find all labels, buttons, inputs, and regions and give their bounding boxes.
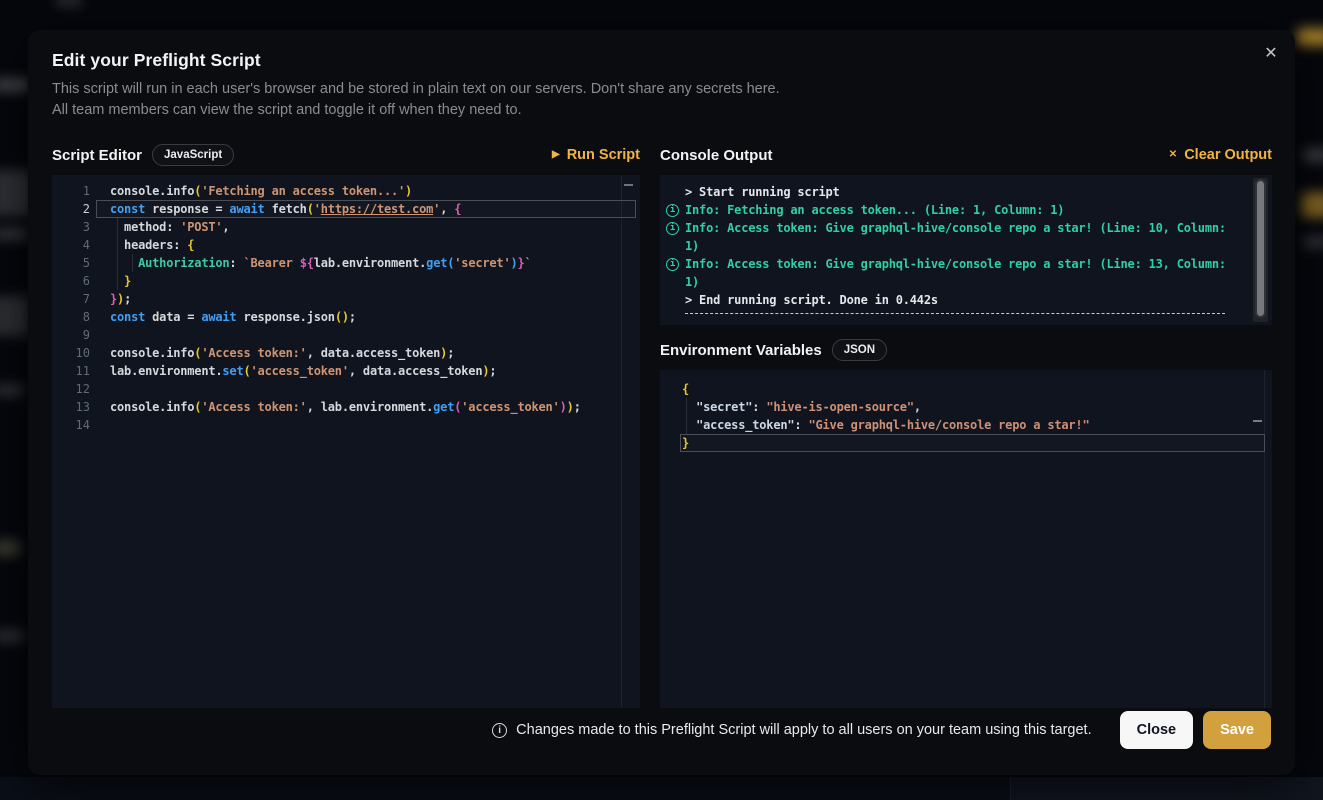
line-number: 13 <box>52 398 90 416</box>
console-line: iInfo: Access token: Give graphql-hive/c… <box>665 255 1230 291</box>
modal-description-line1: This script will run in each user's brow… <box>52 79 1271 100</box>
code-line: 6 } <box>52 272 640 290</box>
info-icon: i <box>666 258 679 271</box>
line-number: 8 <box>52 308 90 326</box>
backdrop-artifact <box>1301 192 1323 218</box>
info-icon: i <box>666 204 679 217</box>
console-line: > Start running script <box>665 183 1230 201</box>
info-icon: i <box>492 723 507 738</box>
environment-variables-editor[interactable]: { "secret": "hive-is-open-source", "acce… <box>660 370 1272 708</box>
code-line: 2const response = await fetch('https://t… <box>52 200 640 218</box>
console-output-title: Console Output <box>660 147 773 164</box>
backdrop-artifact <box>56 0 82 6</box>
script-editor-title: Script Editor <box>52 147 142 164</box>
code-line: } <box>660 434 1272 452</box>
footer-notice: i Changes made to this Preflight Script … <box>492 722 1091 738</box>
save-button[interactable]: Save <box>1203 711 1271 749</box>
line-number: 2 <box>52 200 90 218</box>
line-number: 9 <box>52 326 90 344</box>
run-script-button[interactable]: ▶ Run Script <box>552 147 640 163</box>
modal-description-line2: All team members can view the script and… <box>52 100 1271 121</box>
close-button[interactable]: Close <box>1120 711 1194 749</box>
clear-icon: ✕ <box>1169 150 1177 160</box>
code-line: { <box>660 380 1272 398</box>
backdrop-artifact <box>1303 148 1323 162</box>
code-line: 9 <box>52 326 640 344</box>
code-line: 10console.info('Access token:', data.acc… <box>52 344 640 362</box>
line-number: 5 <box>52 254 90 272</box>
line-number: 14 <box>52 416 90 434</box>
line-number: 7 <box>52 290 90 308</box>
preflight-script-modal: ✕ Edit your Preflight Script This script… <box>28 30 1295 775</box>
info-icon: i <box>666 222 679 235</box>
line-number: 3 <box>52 218 90 236</box>
footer-notice-text: Changes made to this Preflight Script wi… <box>516 722 1091 738</box>
console-output[interactable]: > Start running scriptiInfo: Fetching an… <box>660 175 1272 325</box>
script-editor[interactable]: 1console.info('Fetching an access token.… <box>52 175 640 708</box>
backdrop-artifact <box>1297 28 1323 46</box>
code-line: "secret": "hive-is-open-source", <box>660 398 1272 416</box>
code-line: 12 <box>52 380 640 398</box>
code-line: 3 method: 'POST', <box>52 218 640 236</box>
json-badge: JSON <box>832 339 887 361</box>
console-scrollbar[interactable] <box>1253 178 1268 322</box>
clear-output-button[interactable]: ✕ Clear Output <box>1169 147 1272 163</box>
console-line: iInfo: Fetching an access token... (Line… <box>665 201 1230 219</box>
backdrop-artifact <box>0 384 24 396</box>
line-number: 6 <box>52 272 90 290</box>
backdrop-artifact <box>0 228 28 240</box>
environment-variables-title: Environment Variables <box>660 342 822 359</box>
backdrop-artifact <box>1303 236 1323 248</box>
line-number: 4 <box>52 236 90 254</box>
code-line: "access_token": "Give graphql-hive/conso… <box>660 416 1272 434</box>
backdrop-artifact <box>0 777 1010 800</box>
code-line: 14 <box>52 416 640 434</box>
page-title: Edit your Preflight Script <box>52 50 1271 71</box>
play-icon: ▶ <box>552 150 560 160</box>
console-separator <box>685 313 1225 315</box>
code-line: 11lab.environment.set('access_token', da… <box>52 362 640 380</box>
code-line: 5 Authorization: `Bearer ${lab.environme… <box>52 254 640 272</box>
language-badge: JavaScript <box>152 144 234 166</box>
code-line: 8const data = await response.json(); <box>52 308 640 326</box>
console-scrollbar-thumb[interactable] <box>1255 179 1266 318</box>
code-line: 13console.info('Access token:', lab.envi… <box>52 398 640 416</box>
run-script-label: Run Script <box>567 147 640 163</box>
backdrop-artifact <box>0 630 24 642</box>
line-number: 1 <box>52 182 90 200</box>
line-number: 12 <box>52 380 90 398</box>
backdrop-artifact <box>0 296 30 336</box>
close-icon[interactable]: ✕ <box>1259 42 1283 66</box>
backdrop-artifact <box>1010 777 1323 800</box>
console-line: > End running script. Done in 0.442s <box>665 291 1230 309</box>
clear-output-label: Clear Output <box>1184 147 1272 163</box>
line-number: 10 <box>52 344 90 362</box>
backdrop-artifact <box>0 540 20 556</box>
backdrop-artifact <box>0 78 30 92</box>
line-number: 11 <box>52 362 90 380</box>
code-line: 1console.info('Fetching an access token.… <box>52 182 640 200</box>
code-line: 4 headers: { <box>52 236 640 254</box>
console-line: iInfo: Access token: Give graphql-hive/c… <box>665 219 1230 255</box>
code-line: 7}); <box>52 290 640 308</box>
